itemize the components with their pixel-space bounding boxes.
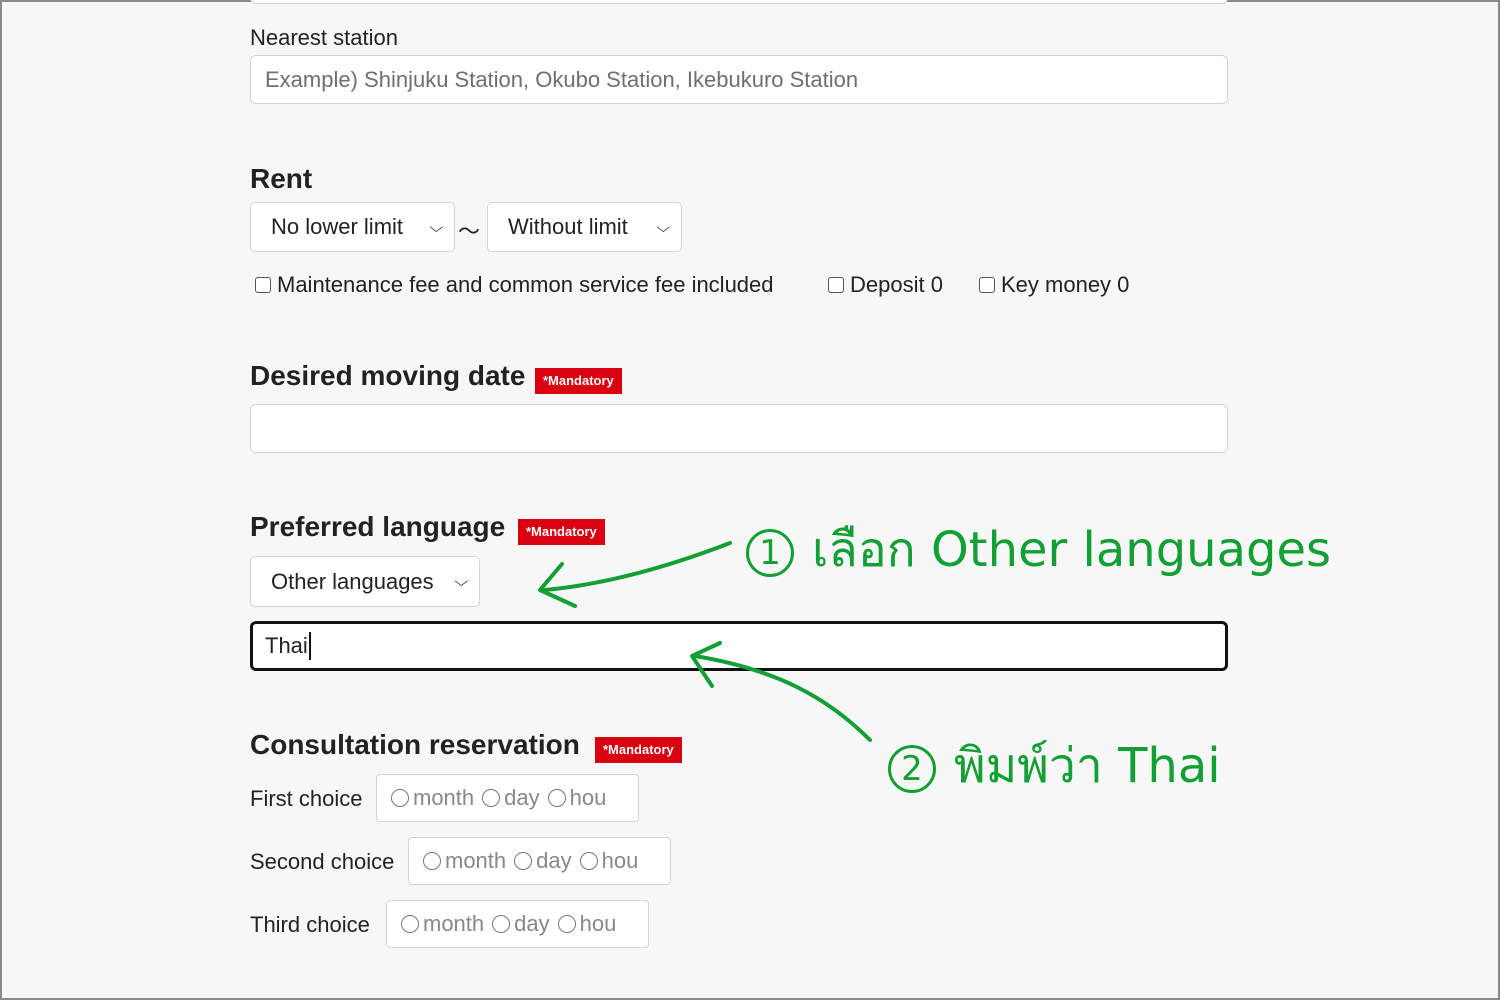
arrow-1-shaft [543,541,732,592]
arrow-2-shaft [693,654,872,742]
arrow-2-head [690,641,722,688]
annotation-arrows [538,541,872,742]
arrow-1-head [538,562,577,608]
